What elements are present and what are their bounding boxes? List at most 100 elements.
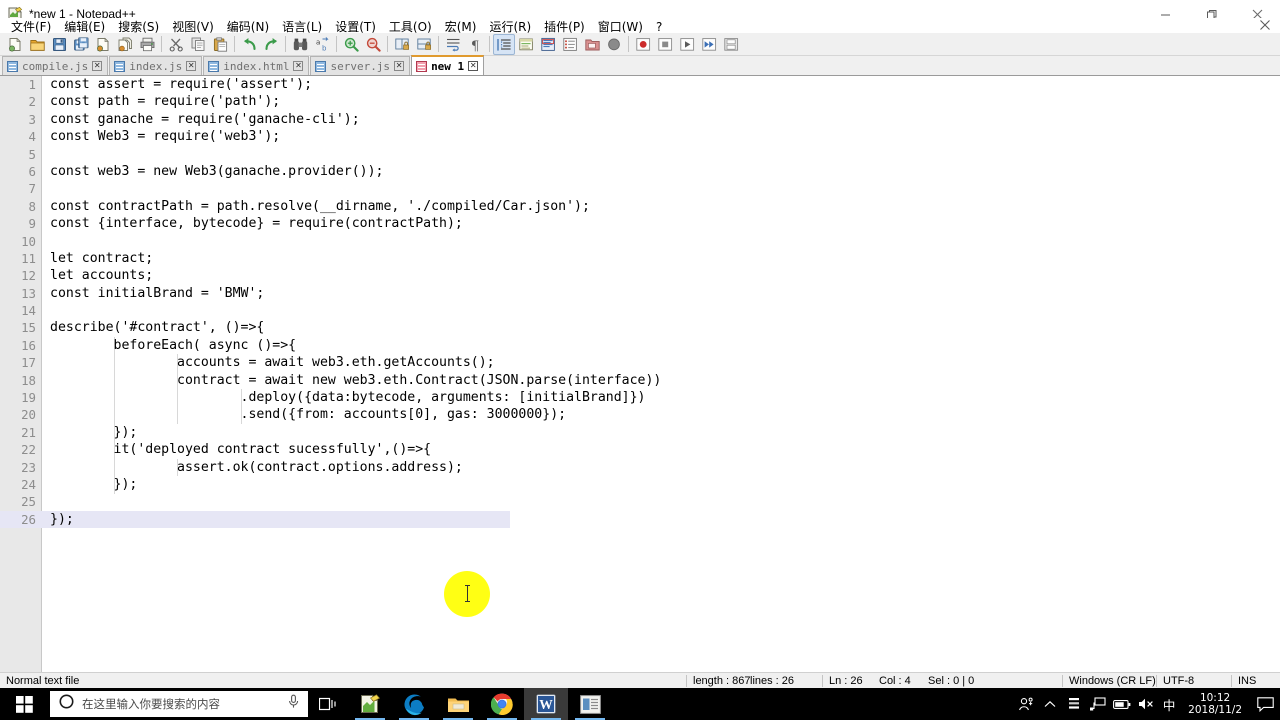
user-defined-dialog-icon[interactable] [515,34,537,55]
document-map-icon[interactable] [537,34,559,55]
battery-icon[interactable] [1110,688,1134,720]
taskbar-clock[interactable]: 10:12 2018/11/2 [1180,692,1250,716]
code-line[interactable]: 19 .deploy({data:bytecode, arguments: [i… [0,389,1280,406]
save-icon[interactable] [48,34,70,55]
code-line[interactable]: 21 }); [0,424,1280,441]
function-list-icon[interactable] [559,34,581,55]
start-button[interactable] [0,688,48,720]
taskbar-edge[interactable] [392,688,436,720]
code-line[interactable]: 9 const {interface, bytecode} = require(c… [0,215,1280,232]
code-line[interactable]: 15 describe('#contract', ()=>{ [0,319,1280,336]
code-line[interactable]: 24 }); [0,476,1280,493]
tab-saved-icon [208,60,220,72]
save-all-icon[interactable] [70,34,92,55]
tab-close-icon[interactable]: ✕ [293,61,304,71]
tab-compile-js[interactable]: compile.js ✕ [2,56,109,75]
undo-icon[interactable] [238,34,260,55]
tab-close-icon[interactable]: ✕ [186,61,197,71]
tab-close-icon[interactable]: ✕ [394,61,405,71]
line-number: 23 [21,459,36,475]
tray-app-icon[interactable] [1062,688,1086,720]
action-center-icon[interactable] [1250,688,1280,720]
code-line[interactable]: 16 beforeEach( async ()=>{ [0,337,1280,354]
copy-icon[interactable] [187,34,209,55]
tab-new-1[interactable]: new 1 ✕ [411,55,485,75]
code-line[interactable]: 8 const contractPath = path.resolve(__dir… [0,198,1280,215]
microphone-icon[interactable] [287,694,300,714]
status-insert-mode[interactable]: INS [1232,673,1262,689]
find-icon[interactable] [289,34,311,55]
open-file-icon[interactable] [26,34,48,55]
taskbar-word[interactable]: W [524,688,568,720]
code-line[interactable]: 5 [0,146,1280,163]
taskbar-chrome[interactable] [480,688,524,720]
line-number: 6 [28,163,36,179]
tab-close-icon[interactable]: ✕ [468,61,479,71]
tab-index-js[interactable]: index.js ✕ [109,56,203,75]
document-close-icon[interactable] [1260,19,1270,33]
indent-guide-icon[interactable] [493,33,515,55]
print-icon[interactable] [136,34,158,55]
status-encoding[interactable]: UTF-8 [1157,673,1231,689]
code-line[interactable]: 1 const assert = require('assert'); [0,76,1280,93]
line-text: const assert = require('assert'); [50,77,313,92]
code-line[interactable]: 20 .send({from: accounts[0], gas: 300000… [0,406,1280,423]
taskbar-file-explorer[interactable] [436,688,480,720]
line-text: beforeEach( async ()=>{ [50,337,297,353]
tab-server-js[interactable]: server.js ✕ [310,56,411,75]
code-line[interactable]: 10 [0,233,1280,250]
ime-indicator[interactable]: 中 [1158,688,1180,720]
line-number: 14 [21,303,36,319]
editor-area[interactable]: 1 const assert = require('assert'); 2 const… [0,76,1280,672]
monitoring-icon[interactable] [603,34,625,55]
show-all-chars-icon[interactable]: ¶ [464,34,486,55]
volume-muted-icon[interactable] [1134,688,1158,720]
folder-as-workspace-icon[interactable] [581,34,603,55]
code-line[interactable]: 12 let accounts; [0,267,1280,284]
tab-close-icon[interactable]: ✕ [92,61,103,71]
close-file-icon[interactable] [92,34,114,55]
code-line[interactable]: 13 const initialBrand = 'BMW'; [0,285,1280,302]
taskbar-notepadpp[interactable] [348,688,392,720]
code-line[interactable]: 23 assert.ok(contract.options.address); [0,459,1280,476]
save-macro-icon[interactable] [720,34,742,55]
chevron-up-icon[interactable] [1038,688,1062,720]
replace-icon[interactable]: ab [311,34,333,55]
zoom-in-icon[interactable] [340,34,362,55]
code-line[interactable]: 11 let contract; [0,250,1280,267]
close-all-files-icon[interactable] [114,34,136,55]
tab-index-html[interactable]: index.html ✕ [203,56,310,75]
code-line[interactable]: 22 it('deployed contract sucessfully',()… [0,441,1280,458]
network-icon[interactable] [1086,688,1110,720]
zoom-out-icon[interactable] [362,34,384,55]
code-line[interactable]: 18 contract = await new web3.eth.Contrac… [0,372,1280,389]
code-line[interactable]: 26}); [0,510,1280,529]
sync-horizontal-icon[interactable] [413,34,435,55]
code-line[interactable]: 6 const web3 = new Web3(ganache.provider(… [0,163,1280,180]
separator-5 [387,36,388,52]
code-line[interactable]: 3 const ganache = require('ganache-cli'); [0,111,1280,128]
cut-icon[interactable] [165,34,187,55]
search-input-placeholder[interactable]: 在这里输入你要搜索的内容 [82,696,279,712]
new-file-icon[interactable] [4,34,26,55]
stop-macro-icon[interactable] [654,34,676,55]
taskbar-app6[interactable] [568,688,612,720]
code-line[interactable]: 7 [0,180,1280,197]
status-eol[interactable]: Windows (CR LF) [1063,673,1156,689]
paste-icon[interactable] [209,34,231,55]
word-wrap-icon[interactable] [442,34,464,55]
redo-icon[interactable] [260,34,282,55]
code-line[interactable]: 25 [0,493,1280,510]
code-line[interactable]: 17 accounts = await web3.eth.getAccounts… [0,354,1280,371]
people-icon[interactable] [1014,688,1038,720]
play-macro-icon[interactable] [676,34,698,55]
sync-vertical-icon[interactable] [391,34,413,55]
play-multiple-icon[interactable] [698,34,720,55]
code-text[interactable]: 1 const assert = require('assert'); 2 const… [0,76,1280,672]
taskbar-search-box[interactable]: 在这里输入你要搜索的内容 [50,691,308,717]
task-view-icon[interactable] [308,688,348,720]
record-macro-icon[interactable] [632,34,654,55]
code-line[interactable]: 14 [0,302,1280,319]
code-line[interactable]: 2 const path = require('path'); [0,93,1280,110]
code-line[interactable]: 4 const Web3 = require('web3'); [0,128,1280,145]
